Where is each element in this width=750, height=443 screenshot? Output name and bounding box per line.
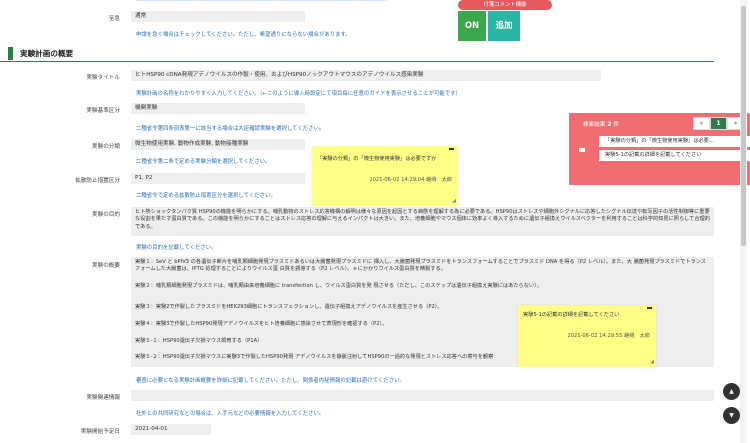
overview-label: 実験の概要 [92, 263, 120, 269]
pager-current-page[interactable]: 1 [710, 117, 727, 130]
note-date: 2021-06-02 14:29:55 嵯峨 太郎 [567, 333, 650, 339]
collapse-icon[interactable] [579, 148, 585, 152]
related-hint: 社外との共同研究などの場合は、入手元などの必要情報を入力してください。 [136, 411, 325, 417]
sticky-note[interactable]: 実験5-1の記載の詳細を記載してください 2021-06-02 14:29:55… [518, 305, 656, 367]
basis-select[interactable]: 機関実験 [131, 103, 305, 114]
category-hint: 二種省令第二条で定める実験分類を選択してください。 [136, 159, 271, 165]
search-count: 2 [607, 120, 612, 128]
basis-label: 実験基準区分 [86, 108, 120, 114]
minimize-icon[interactable] [449, 148, 454, 150]
chevron-up-icon: ▲ [729, 388, 734, 395]
sticky-note[interactable]: 「実験の分類」の「微生物使用実験」は必要ですか 2021-06-02 14:29… [312, 146, 458, 206]
resize-handle-icon[interactable]: ◢ [650, 359, 654, 365]
section-title: 実験計画の概要 [20, 49, 74, 58]
overview-hint: 審査に必要となる実験計画概要を詳細に記載してください。ただし、関係者内秘情報の記… [136, 378, 405, 384]
minimize-icon[interactable] [647, 307, 652, 309]
note-text: 「実験の分類」の「微生物使用実験」は必要ですか [317, 156, 437, 162]
page: …………………………………………………………………………………………………………… [0, 0, 750, 443]
start-date-label: 実験開始予定日 [80, 429, 120, 435]
comment-on-button[interactable]: ON [458, 11, 486, 41]
urgent-hint: 申請を急ぐ場合はチェックしてください。ただし、希望通りにならない場合があります。 [136, 32, 351, 38]
cut-off-text: …………………………………………………………………………………………………………… [136, 0, 386, 3]
section-header: 実験計画の概要 [0, 44, 714, 62]
category-label: 実験の分類 [92, 144, 120, 150]
containment-hint: 二種省令で定める拡散防止措置区分を選択してください。 [136, 193, 276, 199]
pagination: « 1 » [693, 117, 744, 130]
search-results-title: 検索結果 2 件 [583, 120, 619, 128]
note-text: 実験5-1の記載の詳細を記載してください [523, 312, 620, 318]
title-hint: 実験計画の名称をわかりやすく入力してください。（←このように導入時設定にて項目毎… [136, 91, 461, 97]
containment-select[interactable]: P1, P2 [131, 173, 305, 184]
section-header-bar [8, 47, 13, 60]
search-result-item[interactable]: 実験5-1の記載の詳細を記載してください [599, 150, 750, 161]
overview-line-2: 実験２：哺乳類細胞発現プラスミドは、哺乳類由来培養細胞に transfectio… [135, 283, 542, 289]
overview-line-1: 実験１：SeV と bPIV3 の各遺伝子断片を哺乳類細胞発現プラスミドあるいは… [135, 259, 706, 273]
note-date: 2021-06-02 14:29:04 嵯峨 太郎 [369, 177, 452, 183]
related-field[interactable] [131, 390, 714, 401]
containment-label: 拡散防止措置区分 [75, 178, 120, 184]
title-label: 実験タイトル [86, 75, 120, 81]
urgent-select[interactable]: 通常 [131, 11, 305, 22]
pager-prev-button[interactable]: « [693, 117, 710, 130]
purpose-hint: 実験の目的を記載してください。 [136, 245, 217, 251]
search-result-item[interactable]: 「実験の分類」の「微生物使用実験」は必要… [599, 136, 750, 147]
scrollbar-thumb[interactable] [741, 6, 746, 246]
urgent-label: 至急 [108, 16, 120, 22]
start-date-field[interactable]: 2021-04-01 [131, 424, 211, 435]
comment-add-button[interactable]: 追加 [488, 11, 520, 41]
scroll-up-button[interactable]: ▲ [723, 383, 740, 400]
basis-hint: 二種省令第四条別表第一に該当する場合は大臣確認実験を選択してください。 [136, 126, 325, 132]
related-label: 実験関連情報 [86, 395, 120, 401]
search-title-text: 検索結果 [583, 122, 606, 128]
purpose-label: 実験の目的 [92, 212, 120, 218]
scroll-down-button[interactable]: ▼ [723, 407, 740, 424]
title-field[interactable]: ヒトHSP90 cDNA発現アデノウイルスの作製・使用、およびHSP90ノックア… [131, 70, 601, 81]
search-count-unit: 件 [613, 122, 620, 128]
category-select[interactable]: 微生物使用実験, 動物作成実験, 動物接種実験 [131, 139, 305, 150]
chevron-down-icon: ▼ [729, 412, 734, 419]
floating-comment-tab[interactable]: 付箋コメント機能 [458, 0, 552, 10]
purpose-textarea[interactable]: ヒト熱ショックタンパク質 HSP90の機能を明らかにする。哺乳動物のストレス応答… [131, 207, 714, 236]
resize-handle-icon[interactable]: ◢ [452, 198, 456, 204]
